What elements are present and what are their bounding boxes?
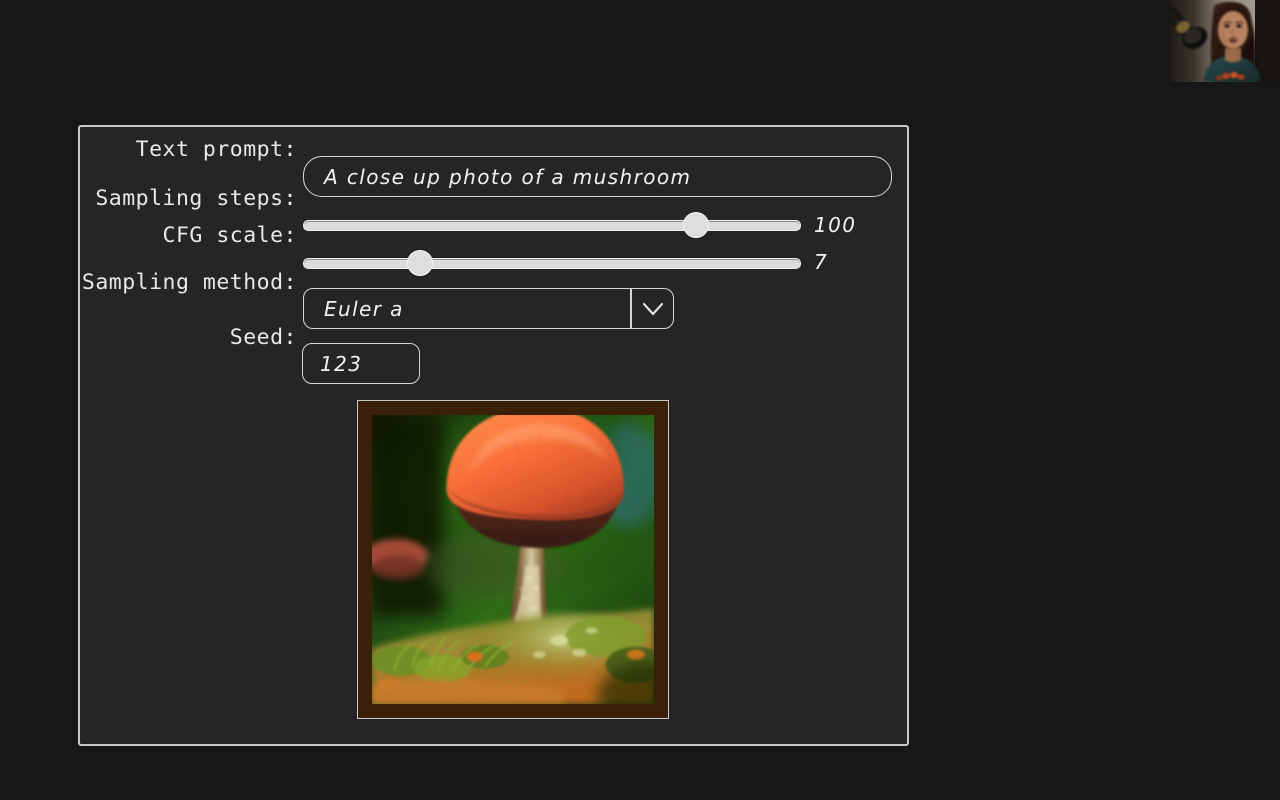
cfg-scale-handle[interactable] (407, 250, 433, 276)
text-prompt-input[interactable]: A close up photo of a mushroom (303, 156, 892, 197)
label-sampling-method: Sampling method: (81, 270, 297, 295)
seed-value: 123 (320, 351, 363, 376)
sampling-steps-track[interactable] (303, 219, 801, 231)
chevron-down-icon[interactable] (632, 289, 673, 328)
sampling-steps-slider[interactable] (303, 210, 801, 240)
cfg-scale-track[interactable] (303, 257, 801, 269)
screen-root: Text prompt: Sampling steps: CFG scale: … (0, 0, 1280, 800)
generated-image-frame (357, 400, 669, 719)
label-cfg-scale: CFG scale: (162, 223, 297, 248)
text-prompt-value: A close up photo of a mushroom (324, 164, 692, 189)
sampling-method-value: Euler a (324, 296, 404, 321)
webcam-overlay (1169, 0, 1280, 82)
seed-input[interactable]: 123 (302, 343, 420, 384)
label-sampling-steps: Sampling steps: (95, 186, 297, 211)
parameters-panel: Text prompt: Sampling steps: CFG scale: … (78, 125, 909, 746)
mushroom-illustration (372, 415, 654, 704)
generated-image (372, 415, 654, 704)
cfg-scale-slider[interactable] (303, 248, 801, 278)
label-text-prompt: Text prompt: (135, 137, 297, 162)
label-seed: Seed: (229, 325, 297, 350)
cfg-scale-value: 7 (814, 250, 829, 274)
sampling-steps-handle[interactable] (683, 212, 709, 238)
sampling-steps-value: 100 (814, 213, 857, 237)
webcam-frame (1169, 0, 1280, 82)
sampling-method-select[interactable]: Euler a (303, 288, 674, 329)
